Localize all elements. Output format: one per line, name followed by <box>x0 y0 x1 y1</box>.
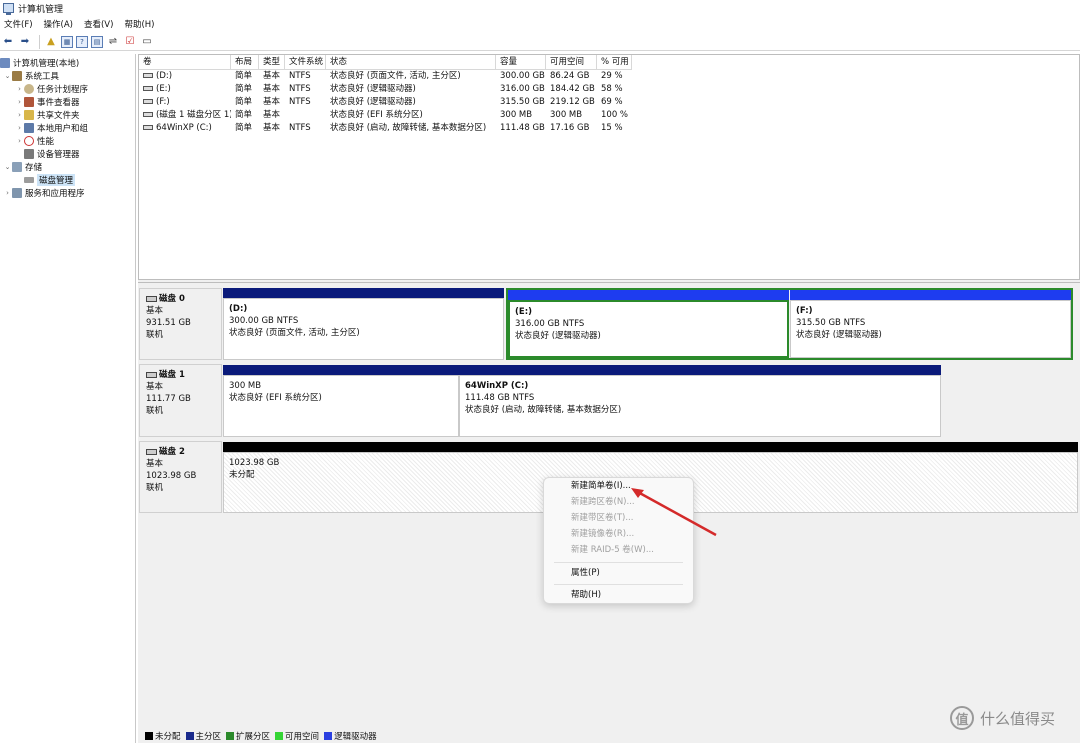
watermark-text: 什么值得买 <box>980 709 1056 728</box>
annotation-arrow <box>631 488 717 537</box>
legend-label: 可用空间 <box>285 731 320 742</box>
watermark: 值 什么值得买 <box>950 706 1055 730</box>
legend-swatch-logical <box>324 731 333 740</box>
legend-label: 未分配 <box>155 731 181 742</box>
legend-swatch-unallocated <box>145 731 153 740</box>
arrow-line <box>635 489 717 537</box>
legend-swatch-free <box>275 731 284 740</box>
legend-label: 主分区 <box>195 731 222 742</box>
legend-label: 扩展分区 <box>236 731 271 742</box>
legend-label: 逻辑驱动器 <box>334 731 377 742</box>
legend-swatch-primary <box>185 731 194 740</box>
legend-swatch-extended <box>226 731 235 740</box>
legend: 未分配 主分区 扩展分区 可用空间 逻辑驱动器 <box>142 729 379 742</box>
watermark-logo-icon: 值 <box>950 706 974 730</box>
